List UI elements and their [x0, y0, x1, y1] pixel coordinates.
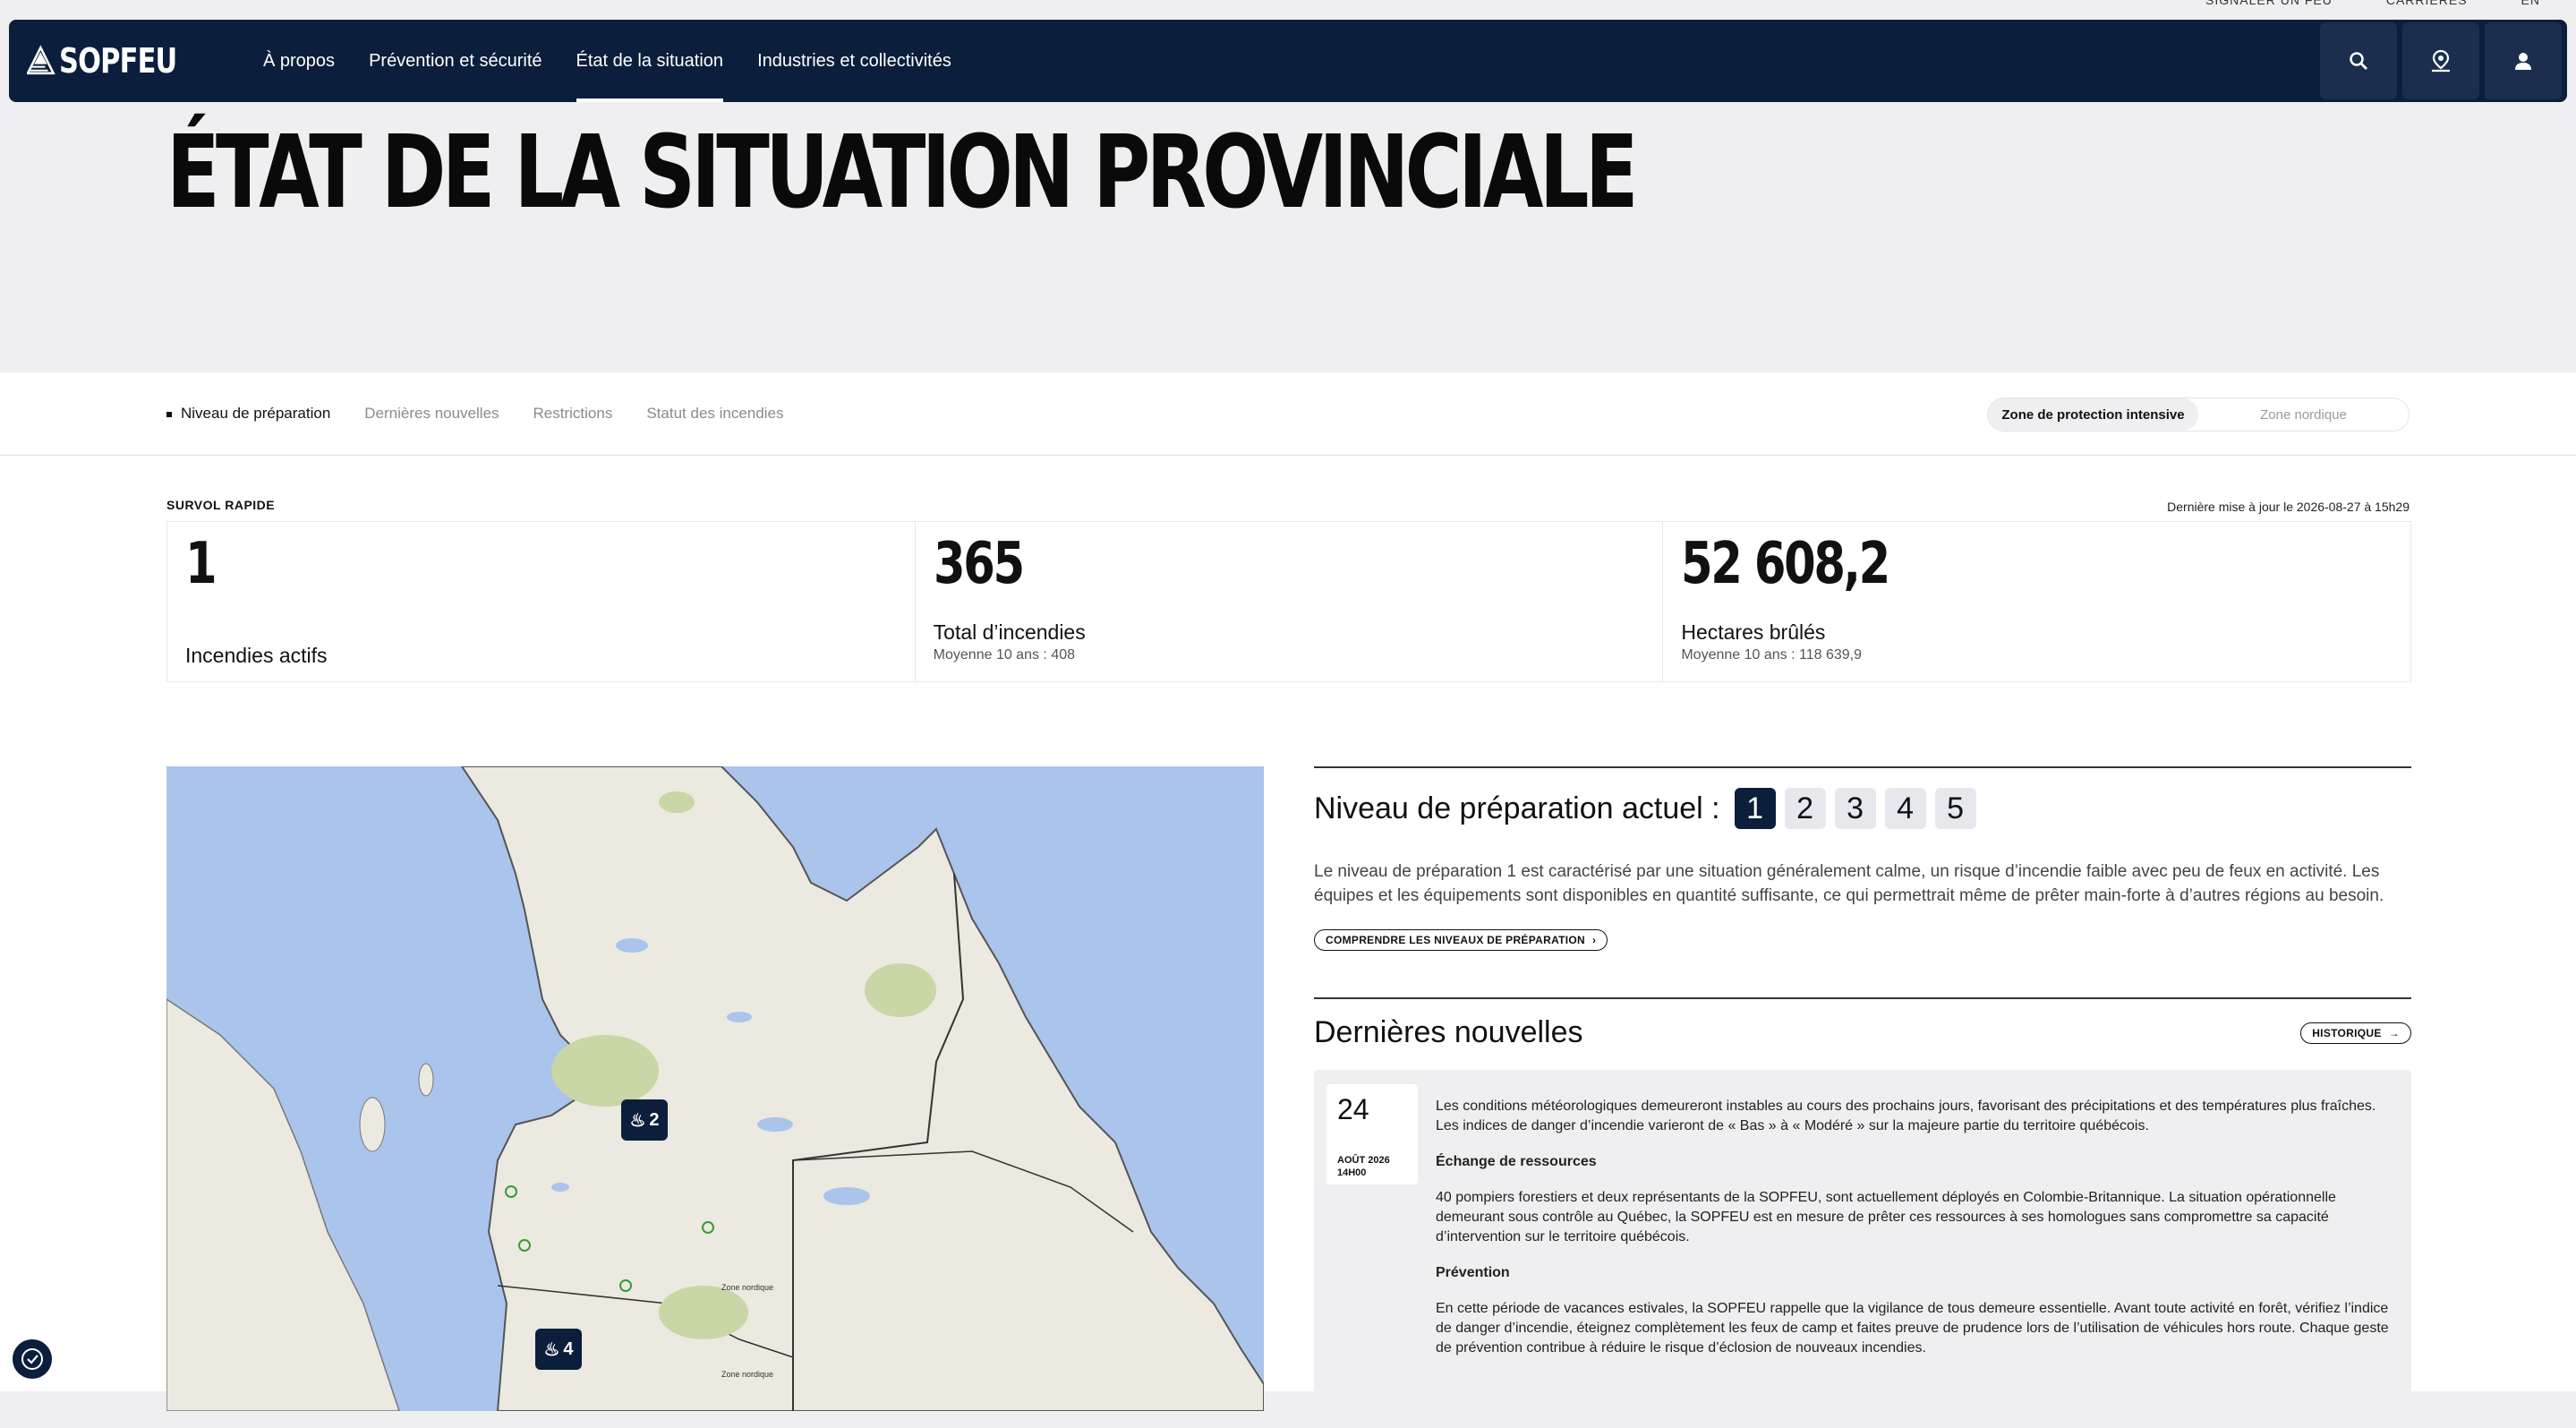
- sopfeu-mark-icon: [27, 45, 55, 75]
- level-5-badge[interactable]: 5: [1934, 788, 1976, 829]
- stat-label: Incendies actifs: [185, 644, 328, 667]
- brand-name: SOPFEU: [58, 41, 177, 81]
- account-button[interactable]: [2485, 22, 2562, 99]
- news-header: Dernières nouvelles HISTORIQUE →: [1314, 1015, 2411, 1050]
- main-navbar: SOPFEU À propos Prévention et sécurité É…: [9, 20, 2567, 102]
- subnav-restrictions[interactable]: Restrictions: [533, 405, 613, 423]
- accessibility-icon: [21, 1348, 43, 1370]
- page-title: ÉTAT DE LA SITUATION PROVINCIALE: [166, 115, 1639, 231]
- level-4-badge[interactable]: 4: [1884, 788, 1926, 829]
- search-icon: [2350, 52, 2367, 70]
- news-title: Dernières nouvelles: [1314, 1015, 1583, 1049]
- news-month-label: AOÛT 2026: [1337, 1155, 1390, 1166]
- main-content: Niveau de préparation Dernières nouvelle…: [0, 372, 2576, 1428]
- subnav-statut-incendies[interactable]: Statut des incendies: [646, 405, 783, 423]
- stat-label: Total d’incendies: [933, 620, 1086, 644]
- level-3-badge[interactable]: 3: [1834, 788, 1876, 829]
- utility-bar: SIGNALER UN FEU CARRIÈRES EN: [0, 0, 2576, 20]
- flame-icon: ♨: [629, 1110, 646, 1131]
- user-icon: [2515, 53, 2531, 70]
- zone-toggle: Zone de protection intensive Zone nordiq…: [1987, 398, 2410, 432]
- stat-value: 365: [933, 531, 1025, 597]
- map-canvas: Zone nordique Zone nordique: [166, 766, 1264, 1411]
- news-paragraph: Les conditions météorologiques demeurero…: [1436, 1099, 2376, 1133]
- info-column: Niveau de préparation actuel : 1 2 3 4 5…: [1314, 766, 2411, 1428]
- stat-label: Hectares brûlés: [1681, 620, 1826, 644]
- nav-item-a-propos[interactable]: À propos: [263, 20, 335, 102]
- fire-cluster-marker[interactable]: ♨ 4: [535, 1329, 582, 1370]
- divider: [1314, 766, 2411, 768]
- map-zone-label: Zone nordique: [721, 1370, 773, 1379]
- nav-item-prevention[interactable]: Prévention et sécurité: [369, 20, 542, 102]
- arrow-right-icon: →: [2388, 1026, 2400, 1039]
- flame-icon: ♨: [543, 1339, 560, 1360]
- nav-actions: [2320, 22, 2562, 99]
- zone-protection-intensive-option[interactable]: Zone de protection intensive: [1988, 398, 2198, 431]
- news-subheading: Échange de ressources: [1436, 1154, 1597, 1169]
- stat-incendies-actifs: 1 Incendies actifs: [167, 522, 916, 681]
- understand-levels-label: COMPRENDRE LES NIVEAUX DE PRÉPARATION: [1326, 934, 1586, 946]
- zone-nordique-option[interactable]: Zone nordique: [2198, 398, 2409, 431]
- map-pin-icon: [2432, 49, 2450, 73]
- search-button[interactable]: [2320, 22, 2397, 99]
- subnav-niveau-preparation[interactable]: Niveau de préparation: [166, 405, 330, 423]
- section-subnav: Niveau de préparation Dernières nouvelle…: [0, 372, 2576, 456]
- map-zone-label: Zone nordique: [721, 1283, 773, 1292]
- news-month: AOÛT 2026 14H00: [1337, 1154, 1390, 1179]
- fire-map[interactable]: Zone nordique Zone nordique ♨ 2 ♨ 4: [166, 766, 1264, 1411]
- marker-count: 4: [563, 1338, 574, 1359]
- nav-item-industries[interactable]: Industries et collectivités: [757, 20, 951, 102]
- level-2-badge[interactable]: 2: [1784, 788, 1826, 829]
- divider: [1314, 997, 2411, 999]
- careers-link[interactable]: CARRIÈRES: [2386, 0, 2468, 7]
- main-nav: À propos Prévention et sécurité État de …: [263, 20, 985, 102]
- news-date: 24 AOÛT 2026 14H00: [1326, 1084, 1418, 1184]
- news-time: 14H00: [1337, 1167, 1367, 1178]
- history-button[interactable]: HISTORIQUE →: [2300, 1022, 2411, 1044]
- news-subheading: Prévention: [1436, 1265, 1510, 1280]
- stat-total-incendies: 365 Total d’incendies Moyenne 10 ans : 4…: [916, 522, 1664, 681]
- stat-average: Moyenne 10 ans : 408: [933, 647, 1076, 663]
- survol-label: SURVOL RAPIDE: [166, 498, 276, 512]
- history-label: HISTORIQUE: [2312, 1026, 2382, 1039]
- level-1-badge[interactable]: 1: [1734, 788, 1776, 829]
- nav-item-etat-situation[interactable]: État de la situation: [576, 20, 724, 102]
- last-updated: Dernière mise à jour le 2026-08-27 à 15h…: [2167, 500, 2410, 514]
- language-link[interactable]: EN: [2521, 0, 2540, 7]
- fire-cluster-marker[interactable]: ♨ 2: [621, 1099, 668, 1141]
- subnav-dernieres-nouvelles[interactable]: Dernières nouvelles: [364, 405, 499, 423]
- map-button[interactable]: [2402, 22, 2479, 99]
- news-paragraph: 40 pompiers forestiers et deux représent…: [1436, 1190, 2336, 1244]
- news-paragraph: En cette période de vacances estivales, …: [1436, 1301, 2389, 1355]
- news-day: 24: [1337, 1093, 1369, 1125]
- stats-panel: 1 Incendies actifs 365 Total d’incendies…: [166, 521, 2411, 682]
- stat-value: 52 608,2: [1681, 531, 1890, 597]
- news-body: Les conditions météorologiques demeurero…: [1436, 1097, 2402, 1374]
- chevron-right-icon: ›: [1592, 934, 1597, 946]
- news-card: 24 AOÛT 2026 14H00 Les conditions météor…: [1314, 1070, 2411, 1428]
- preparation-header: Niveau de préparation actuel : 1 2 3 4 5: [1314, 788, 2411, 829]
- accessibility-button[interactable]: [13, 1339, 52, 1379]
- stat-value: 1: [185, 531, 218, 597]
- preparation-title: Niveau de préparation actuel :: [1314, 791, 1720, 825]
- marker-count: 2: [649, 1109, 660, 1130]
- stat-average: Moyenne 10 ans : 118 639,9: [1681, 647, 1862, 663]
- preparation-description: Le niveau de préparation 1 est caractéri…: [1314, 862, 2384, 905]
- report-fire-link[interactable]: SIGNALER UN FEU: [2205, 0, 2333, 7]
- stat-hectares-brules: 52 608,2 Hectares brûlés Moyenne 10 ans …: [1663, 522, 2410, 681]
- understand-levels-button[interactable]: COMPRENDRE LES NIVEAUX DE PRÉPARATION ›: [1314, 929, 1608, 951]
- sopfeu-logo[interactable]: SOPFEU: [27, 31, 206, 90]
